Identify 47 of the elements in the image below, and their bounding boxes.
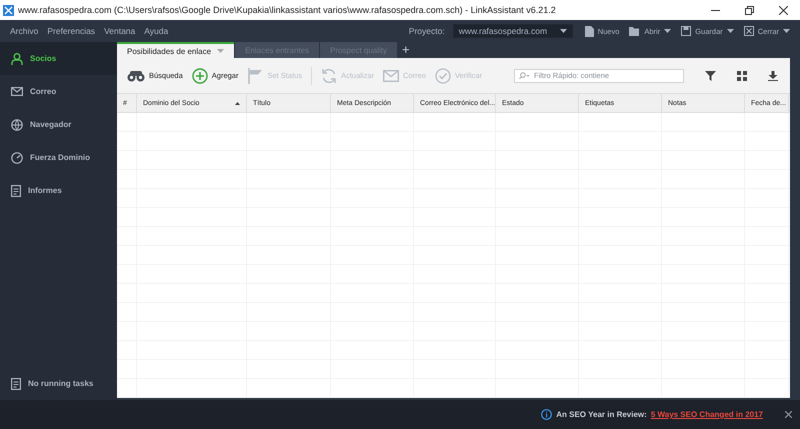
menu-item[interactable]: Archivo: [10, 26, 38, 36]
notification-link[interactable]: 5 Ways SEO Changed in 2017: [650, 410, 763, 419]
globe-icon: [11, 118, 23, 130]
tab[interactable]: Posibilidades de enlace: [117, 42, 234, 58]
window-title: www.rafasospedra.com (C:\Users\rafsos\Google Drive\Kupakia\linkassistant varios\www.rafasospedra.com.sch) - LinkAssistant v6.21.2: [18, 5, 557, 15]
sidebar-item[interactable]: Socios: [0, 42, 117, 75]
add-tab-button[interactable]: +: [402, 42, 410, 58]
download-icon[interactable]: [768, 70, 778, 80]
project-label: Proyecto:: [408, 26, 445, 36]
save-icon: [681, 26, 692, 36]
caret-icon: [217, 49, 224, 53]
refresh-icon: [321, 68, 338, 84]
binoculars-icon: [127, 70, 145, 82]
add-icon: [192, 68, 208, 84]
sidebar-item[interactable]: Correo: [0, 75, 117, 108]
caret-icon: [560, 29, 567, 33]
grid-icon[interactable]: [737, 70, 747, 80]
notification-text: An SEO Year in Review:: [556, 410, 647, 419]
close-icon: [778, 6, 788, 14]
report-icon: [11, 184, 21, 196]
caret-icon[interactable]: [783, 29, 790, 33]
sidebar-item[interactable]: Informes: [0, 174, 117, 207]
menu-item[interactable]: Ayuda: [144, 26, 168, 36]
restore-icon: [744, 6, 754, 14]
close-icon[interactable]: [785, 411, 792, 418]
flag-icon: [247, 68, 264, 84]
mail-icon: [383, 70, 400, 82]
sort-icon: [235, 102, 240, 104]
document-icon: [584, 26, 594, 36]
sidebar-item[interactable]: Fuerza Dominio: [0, 141, 117, 174]
menu-item[interactable]: Preferencias: [47, 26, 96, 36]
person-icon: [11, 52, 23, 64]
folder-icon: [629, 26, 640, 36]
sidebar-item[interactable]: Navegador: [0, 108, 117, 141]
gauge-icon: [11, 152, 23, 164]
menu-item[interactable]: Ventana: [104, 26, 136, 36]
tasks-status: No running tasks: [28, 379, 94, 388]
filter-icon[interactable]: [705, 70, 716, 80]
caret-icon[interactable]: [726, 29, 734, 33]
check-circle-icon: [434, 68, 451, 84]
caret-icon[interactable]: [664, 29, 672, 33]
close-icon: [744, 26, 754, 36]
app-icon: [3, 4, 14, 16]
project-dropdown[interactable]: www.rafasospedra.com: [452, 24, 573, 38]
mail-icon: [11, 87, 23, 96]
report-icon: [11, 378, 21, 390]
info-icon: [541, 409, 552, 420]
